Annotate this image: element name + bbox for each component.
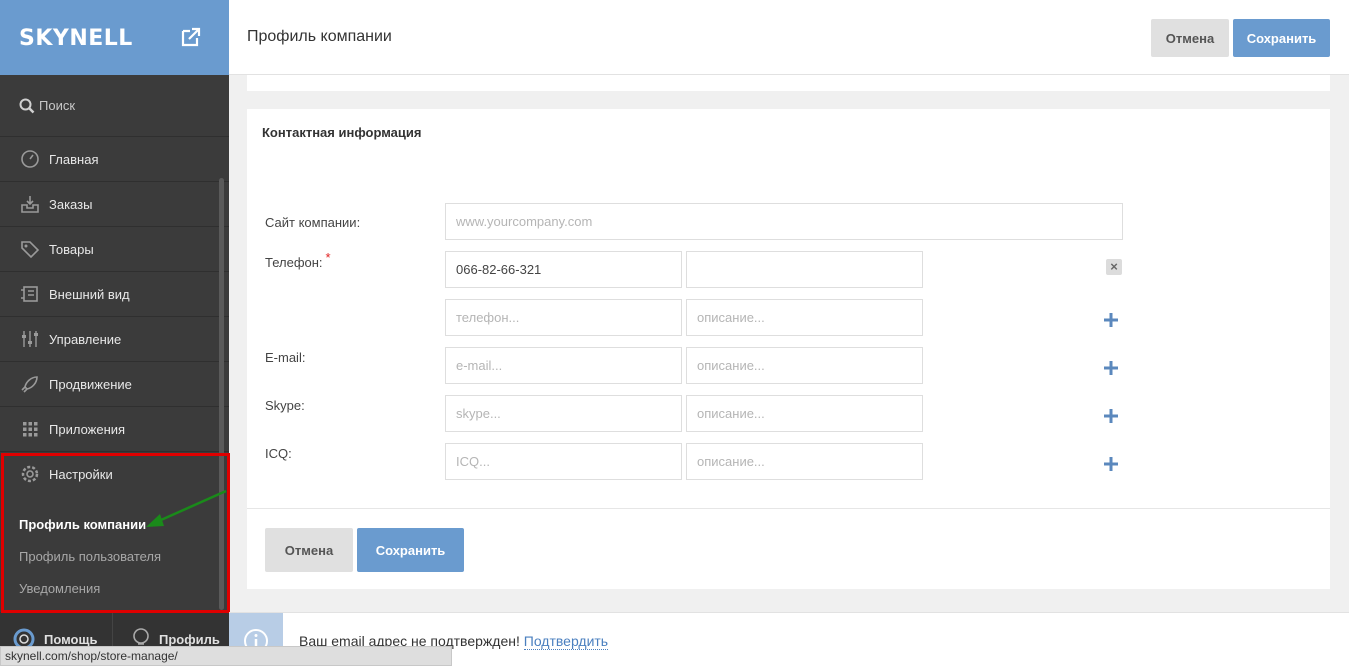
required-marker: * <box>325 250 331 265</box>
sidebar-item-label: Внешний вид <box>49 287 130 302</box>
phone-description-input[interactable] <box>686 251 923 288</box>
external-link-icon[interactable] <box>180 26 202 48</box>
phone-label-text: Телефон: <box>265 255 323 270</box>
annotation-arrow-icon <box>146 489 227 527</box>
sidebar-item-management[interactable]: Управление <box>0 317 229 362</box>
skype-input[interactable]: skype... <box>445 395 682 432</box>
email-label: E-mail: <box>265 350 306 365</box>
save-button[interactable]: Сохранить <box>357 528 464 572</box>
add-skype-plus-icon[interactable] <box>1103 408 1119 424</box>
confirm-email-link[interactable]: Подтвердить <box>523 633 609 650</box>
sidebar-item-promotion[interactable]: Продвижение <box>0 362 229 407</box>
skype-label: Skype: <box>265 398 305 413</box>
skynell-logo[interactable]: SKYNELL <box>19 26 133 51</box>
phone-label: Телефон: * <box>265 250 331 270</box>
inbox-icon <box>21 196 39 213</box>
sidebar-item-products[interactable]: Товары <box>0 227 229 272</box>
add-phone-plus-icon[interactable] <box>1103 312 1119 328</box>
divider <box>247 508 1330 509</box>
page-title: Профиль компании <box>247 28 392 45</box>
website-label: Сайт компании: <box>265 215 361 230</box>
sidebar-item-appearance[interactable]: Внешний вид <box>0 272 229 317</box>
cancel-button[interactable]: Отмена <box>265 528 353 572</box>
highlight-box <box>1 453 230 613</box>
sidebar-item-label: Приложения <box>49 422 126 437</box>
profile-label: Профиль <box>159 632 220 647</box>
email-description-input[interactable]: описание... <box>686 347 923 384</box>
grid-icon <box>23 422 38 437</box>
sidebar-item-label: Управление <box>49 332 122 347</box>
skype-description-input[interactable]: описание... <box>686 395 923 432</box>
sidebar-item-label: Главная <box>49 152 99 167</box>
sidebar-item-label: Товары <box>49 242 94 257</box>
website-input[interactable]: www.yourcompany.com <box>445 203 1123 240</box>
sliders-icon <box>22 331 38 347</box>
page-header: Профиль компании Отмена Сохранить <box>229 0 1349 75</box>
previous-panel <box>247 75 1330 91</box>
panel-title: Контактная информация <box>262 125 422 140</box>
sidebar-item-home[interactable]: Главная <box>0 137 229 182</box>
rocket-icon <box>21 376 38 393</box>
sidebar-item-label: Продвижение <box>49 377 132 392</box>
icq-input[interactable]: ICQ... <box>445 443 682 480</box>
sidebar-item-label: Заказы <box>49 197 93 212</box>
tag-icon <box>21 241 40 259</box>
phone-input[interactable]: 066-82-66-321 <box>445 251 682 288</box>
email-input[interactable]: e-mail... <box>445 347 682 384</box>
contact-info-panel: Контактная информация Сайт компании: www… <box>247 109 1330 589</box>
new-phone-description-input[interactable]: описание... <box>686 299 923 336</box>
new-phone-input[interactable]: телефон... <box>445 299 682 336</box>
logo-bar: SKYNELL <box>0 0 229 75</box>
icq-label: ICQ: <box>265 446 292 461</box>
icq-description-input[interactable]: описание... <box>686 443 923 480</box>
help-label: Помощь <box>44 632 98 647</box>
header-save-button[interactable]: Сохранить <box>1233 19 1330 57</box>
search-icon <box>19 98 35 114</box>
dashboard-icon <box>21 150 39 168</box>
sidebar-search[interactable]: Поиск <box>0 75 229 137</box>
layout-icon <box>21 286 38 302</box>
browser-status-url: skynell.com/shop/store-manage/ <box>0 646 452 666</box>
remove-phone-icon[interactable]: × <box>1106 259 1122 275</box>
sidebar-item-orders[interactable]: Заказы <box>0 182 229 227</box>
add-icq-plus-icon[interactable] <box>1103 456 1119 472</box>
sidebar-item-apps[interactable]: Приложения <box>0 407 229 452</box>
header-cancel-button[interactable]: Отмена <box>1151 19 1229 57</box>
search-label: Поиск <box>39 98 76 113</box>
add-email-plus-icon[interactable] <box>1103 360 1119 376</box>
